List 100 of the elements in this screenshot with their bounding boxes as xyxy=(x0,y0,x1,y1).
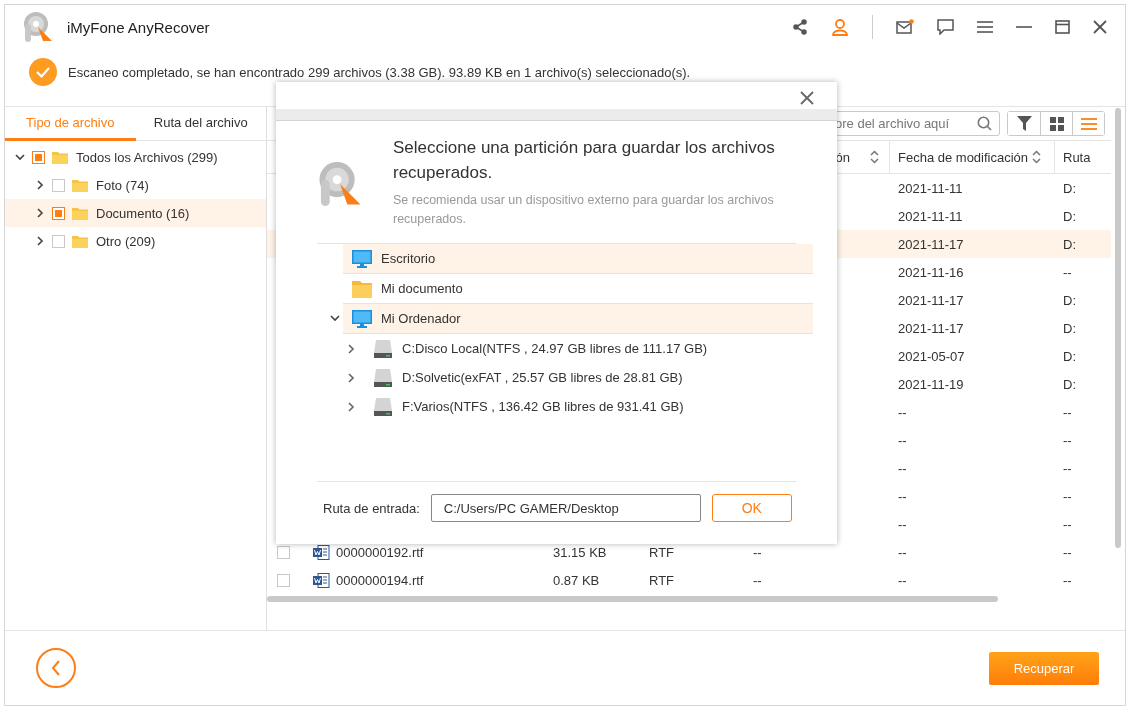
drive-icon xyxy=(373,397,393,416)
location-label: D:Solvetic(exFAT , 25.57 GB libres de 28.81 GB) xyxy=(402,370,683,385)
table-cell: -- xyxy=(753,572,762,588)
app-title: iMyFone AnyRecover xyxy=(67,18,211,36)
location-label: Escritorio xyxy=(381,251,436,266)
table-cell: -- xyxy=(898,404,907,420)
tree-item[interactable]: Otro (209) xyxy=(5,227,266,255)
share-icon[interactable] xyxy=(792,19,808,35)
horizontal-scrollbar[interactable] xyxy=(267,596,998,602)
app-logo-icon xyxy=(318,159,362,209)
folder-icon xyxy=(52,150,68,164)
table-cell: 2021-11-19 xyxy=(898,376,964,392)
monitor-icon xyxy=(352,249,372,268)
mail-icon[interactable] xyxy=(896,19,914,35)
close-icon[interactable] xyxy=(1093,20,1107,34)
scan-status-message: Escaneo completado, se han encontrado 299 archivos (3.38 GB). 93.89 KB en 1 archivo(s) seleccionado(s). xyxy=(68,64,691,80)
table-cell: D: xyxy=(1063,236,1076,252)
table-row[interactable]: 0000000194.rtf 0.87 KB RTF -- -- -- xyxy=(267,566,1111,594)
location-label: F:Varios(NTFS , 136.42 GB libres de 931.41 GB) xyxy=(402,399,684,414)
table-cell: -- xyxy=(898,432,907,448)
table-cell: 2021-11-11 xyxy=(898,208,963,224)
chevron-right-icon[interactable] xyxy=(36,236,44,246)
drive-icon xyxy=(373,368,393,387)
table-cell: -- xyxy=(1063,544,1072,560)
chevron-right-icon[interactable] xyxy=(348,401,355,412)
dialog-hint: Se recomienda usar un dispositivo externo para guardar los archivos recuperados. xyxy=(393,192,775,228)
chevron-right-icon[interactable] xyxy=(36,208,44,218)
table-cell: D: xyxy=(1063,292,1076,308)
table-cell: -- xyxy=(1063,460,1072,476)
table-cell: 2021-11-17 xyxy=(898,236,964,252)
chevron-right-icon[interactable] xyxy=(36,180,44,190)
dialog-title: Seleccione una partición para guardar los archivos recuperados. xyxy=(393,137,776,184)
table-row[interactable]: 0000000192.rtf 31.15 KB RTF -- -- -- xyxy=(267,538,1111,566)
sort-icon[interactable] xyxy=(1032,150,1042,164)
app-logo-icon xyxy=(23,10,53,44)
location-item[interactable]: D:Solvetic(exFAT , 25.57 GB libres de 28.81 GB) xyxy=(317,363,813,392)
checkbox[interactable] xyxy=(32,150,45,164)
tree-label: Documento (16) xyxy=(96,205,190,221)
filter-icon xyxy=(1016,116,1032,131)
table-cell: 2021-11-11 xyxy=(898,180,963,196)
search-icon[interactable] xyxy=(977,116,992,131)
folder-icon xyxy=(352,279,372,298)
table-cell: -- xyxy=(1063,264,1072,280)
table-cell: -- xyxy=(1063,572,1072,588)
checkbox[interactable] xyxy=(277,545,290,559)
table-cell: D: xyxy=(1063,348,1076,364)
checkbox[interactable] xyxy=(52,206,65,220)
back-button[interactable] xyxy=(36,648,76,688)
table-cell: 2021-05-07 xyxy=(898,348,965,364)
location-item[interactable]: F:Varios(NTFS , 136.42 GB libres de 931.41 GB) xyxy=(317,392,813,421)
checkbox[interactable] xyxy=(52,234,65,248)
maximize-icon[interactable] xyxy=(1055,20,1070,34)
column-header[interactable]: Fecha de modificación xyxy=(890,141,1055,173)
file-name: 0000000192.rtf xyxy=(336,544,424,560)
tree-item[interactable]: Foto (74) xyxy=(5,171,266,199)
table-cell: D: xyxy=(1063,208,1076,224)
location-label: C:Disco Local(NTFS , 24.97 GB libres de 111.17 GB) xyxy=(402,341,708,356)
list-icon xyxy=(1080,116,1097,131)
view-toggle-button[interactable] xyxy=(1072,112,1104,135)
drive-icon xyxy=(373,339,393,358)
menu-icon[interactable] xyxy=(977,20,993,34)
chat-icon[interactable] xyxy=(937,19,954,35)
tree-label: Todos los Archivos (299) xyxy=(76,149,218,165)
table-cell: 2021-11-17 xyxy=(898,320,964,336)
column-header[interactable]: Ruta xyxy=(1055,141,1111,173)
table-cell: -- xyxy=(898,460,907,476)
table-cell: D: xyxy=(1063,320,1076,336)
table-cell: 0.87 KB xyxy=(553,572,600,588)
location-label: Mi documento xyxy=(381,281,463,296)
tree-label: Otro (209) xyxy=(96,233,156,249)
close-button[interactable] xyxy=(800,90,814,105)
folder-icon xyxy=(72,178,88,192)
chevron-down-icon[interactable] xyxy=(15,153,25,161)
checkbox[interactable] xyxy=(277,573,290,587)
chevron-right-icon[interactable] xyxy=(348,343,355,354)
table-cell: D: xyxy=(1063,376,1076,392)
folder-icon xyxy=(72,234,88,248)
chevron-down-icon[interactable] xyxy=(330,315,340,322)
user-icon[interactable] xyxy=(831,18,849,36)
chevron-right-icon[interactable] xyxy=(348,372,355,383)
success-icon xyxy=(29,58,57,86)
location-item[interactable]: Escritorio xyxy=(343,244,813,274)
table-cell: RTF xyxy=(649,572,675,588)
tree-item[interactable]: Todos los Archivos (299) xyxy=(5,143,266,171)
tree-item[interactable]: Documento (16) xyxy=(5,199,266,227)
table-cell: -- xyxy=(898,516,907,532)
path-label: Ruta de entrada: xyxy=(323,500,420,516)
grid-icon xyxy=(1049,116,1064,131)
location-item[interactable]: C:Disco Local(NTFS , 24.97 GB libres de 111.17 GB) xyxy=(317,334,813,363)
back-icon xyxy=(51,660,61,676)
path-field[interactable]: C:/Users/PC GAMER/Desktop xyxy=(430,494,701,522)
table-cell: RTF xyxy=(649,544,675,560)
location-label: Mi Ordenador xyxy=(381,311,461,326)
sort-icon[interactable] xyxy=(870,150,879,164)
vertical-scrollbar[interactable] xyxy=(1115,108,1121,548)
checkbox[interactable] xyxy=(52,178,65,192)
table-cell: -- xyxy=(1063,404,1072,420)
table-cell: -- xyxy=(898,572,907,588)
file-view-tab[interactable]: Ruta del archivo xyxy=(135,107,266,141)
tree-label: Foto (74) xyxy=(96,177,149,193)
